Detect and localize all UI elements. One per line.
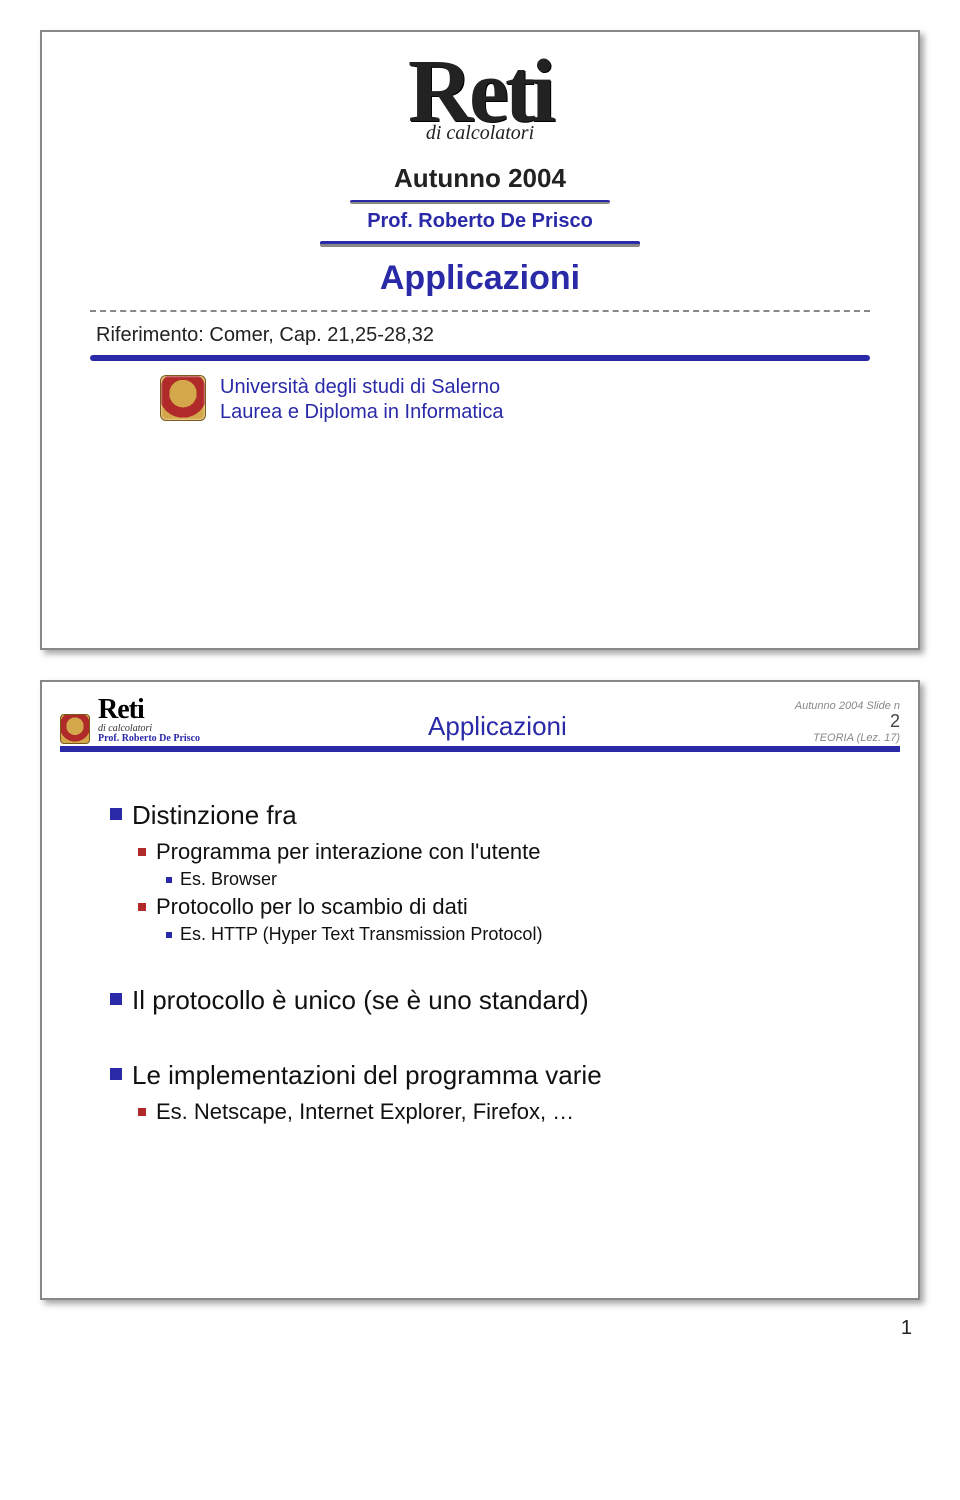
degree-line: Laurea e Diploma in Informatica (220, 400, 503, 425)
title-block: Reti di calcolatori Autunno 2004 Prof. R… (60, 56, 900, 298)
solid-separator (90, 355, 870, 361)
slide-1-frame: Reti di calcolatori Autunno 2004 Prof. R… (40, 30, 920, 650)
bullet-square-icon (138, 903, 146, 911)
page-number: 1 (901, 1317, 912, 1340)
bullet-square-icon (110, 808, 122, 820)
bullet-level-3: Es. Browser (166, 869, 874, 890)
bullet-level-2: Programma per interazione con l'utente (138, 839, 874, 865)
slide-2: Reti di calcolatori Prof. Roberto De Pri… (40, 680, 920, 1300)
bullet-square-icon (110, 993, 122, 1005)
bullet-square-icon (138, 1108, 146, 1116)
lecture-title: Applicazioni (60, 259, 900, 298)
university-block: Università degli studi di Salerno Laurea… (160, 375, 900, 425)
bullet-level-1: Distinzione fra (110, 800, 874, 831)
university-crest-icon (60, 714, 90, 744)
bullet-text: Es. Browser (180, 869, 277, 890)
bullet-text: Il protocollo è unico (se è uno standard… (132, 985, 589, 1016)
bullet-level-3: Es. HTTP (Hyper Text Transmission Protoc… (166, 924, 874, 945)
bullet-text: Distinzione fra (132, 800, 297, 831)
bullet-square-icon (110, 1068, 122, 1080)
bullet-text: Programma per interazione con l'utente (156, 839, 541, 865)
university-crest-icon (160, 375, 206, 421)
mini-logo: Reti di calcolatori Prof. Roberto De Pri… (98, 696, 200, 744)
separator-rule (320, 241, 640, 247)
bullet-level-1: Il protocollo è unico (se è uno standard… (110, 985, 874, 1016)
bullet-square-icon (138, 848, 146, 856)
mini-prof: Prof. Roberto De Prisco (98, 734, 200, 744)
bullet-text: Es. HTTP (Hyper Text Transmission Protoc… (180, 924, 542, 945)
bullet-square-icon (166, 877, 172, 883)
dashed-separator (90, 310, 870, 312)
reference-line: Riferimento: Comer, Cap. 21,25-28,32 (96, 324, 900, 347)
logo-subtitle: di calcolatori (60, 122, 900, 145)
bullet-level-1: Le implementazioni del programma varie (110, 1060, 874, 1091)
university-name: Università degli studi di Salerno (220, 375, 503, 400)
term-label: Autunno 2004 (60, 163, 900, 194)
slide-2-header: Reti di calcolatori Prof. Roberto De Pri… (60, 696, 900, 752)
bullet-text: Le implementazioni del programma varie (132, 1060, 602, 1091)
mini-logo-reti: Reti (98, 696, 200, 724)
university-text: Università degli studi di Salerno Laurea… (220, 375, 503, 425)
meta-teoria: TEORIA (Lez. 17) (795, 732, 900, 744)
meta-slide-number: 2 (795, 712, 900, 732)
slide-2-title: Applicazioni (208, 711, 787, 744)
bullet-text: Es. Netscape, Internet Explorer, Firefox… (156, 1099, 574, 1125)
professor-line: Prof. Roberto De Prisco (60, 210, 900, 233)
logo-reti: Reti (60, 56, 900, 128)
bullet-square-icon (166, 932, 172, 938)
slide-2-content: Distinzione fra Programma per interazion… (60, 752, 900, 1149)
bullet-level-2: Protocollo per lo scambio di dati (138, 894, 874, 920)
meta-autunno: Autunno 2004 Slide n (795, 700, 900, 712)
separator-rule (350, 200, 610, 204)
bullet-text: Protocollo per lo scambio di dati (156, 894, 468, 920)
slide-2-meta: Autunno 2004 Slide n 2 TEORIA (Lez. 17) (795, 700, 900, 744)
bullet-level-2: Es. Netscape, Internet Explorer, Firefox… (138, 1099, 874, 1125)
slide-2-frame: Reti di calcolatori Prof. Roberto De Pri… (40, 680, 920, 1300)
slide-1: Reti di calcolatori Autunno 2004 Prof. R… (40, 30, 920, 650)
